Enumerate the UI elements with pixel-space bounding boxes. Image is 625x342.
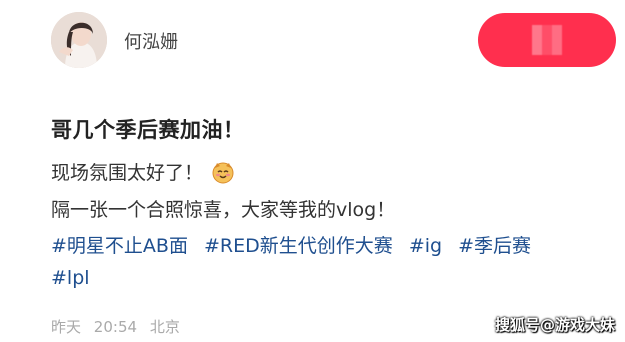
watermark: 搜狐号@游戏大妹 [494, 316, 615, 334]
post-body-text-1: 现场氛围太好了！ [51, 162, 204, 184]
avatar-photo [51, 12, 107, 68]
author-avatar[interactable] [51, 12, 107, 68]
hashtag-link[interactable]: #ig [409, 235, 442, 257]
smiling-face-icon [212, 162, 234, 184]
post-location: 北京 [149, 318, 180, 336]
hashtag-link[interactable]: #明星不止AB面 [51, 235, 188, 257]
post-date: 昨天 [51, 318, 82, 336]
author-name[interactable]: 何泓姗 [124, 28, 178, 54]
post-meta: 昨天 20:54 北京 [51, 316, 188, 337]
post-body-line-1: 现场氛围太好了！ [51, 160, 235, 185]
hashtag-link[interactable]: #RED新生代创作大赛 [204, 235, 393, 257]
hashtag-link[interactable]: #季后赛 [458, 235, 531, 257]
blurred-label-icon [532, 25, 562, 55]
post-time: 20:54 [93, 318, 138, 336]
follow-button[interactable] [478, 13, 616, 67]
post-title: 哥几个季后赛加油！ [51, 118, 245, 142]
post-body-line-2: 隔一张一个合照惊喜，大家等我的vlog！ [51, 199, 396, 221]
hashtag-link[interactable]: #lpl [51, 267, 90, 289]
hashtag-list: #明星不止AB面 #RED新生代创作大赛 #ig #季后赛 #lpl [51, 230, 611, 294]
